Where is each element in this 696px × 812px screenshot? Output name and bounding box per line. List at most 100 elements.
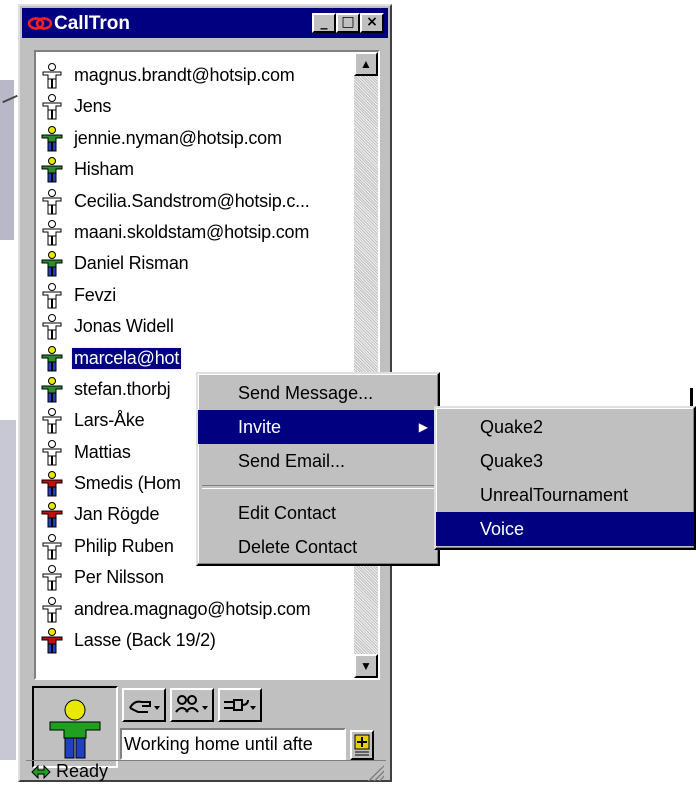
add-contact-button[interactable] bbox=[350, 730, 374, 760]
window-title: CallTron bbox=[54, 13, 131, 34]
contact-context-menu: Send Message... Invite ▶ Send Email... Ed… bbox=[196, 372, 440, 566]
menu-item-send-email[interactable]: Send Email... bbox=[198, 444, 438, 478]
menu-item-quake2[interactable]: Quake2 bbox=[436, 410, 694, 444]
double-arrow-icon bbox=[31, 764, 51, 780]
person-icon bbox=[42, 565, 62, 591]
menu-item-invite[interactable]: Invite ▶ bbox=[198, 410, 438, 444]
person-icon bbox=[41, 251, 63, 277]
contact-name: andrea.magnago@hotsip.com bbox=[74, 598, 311, 619]
contact-item[interactable]: Daniel Risman bbox=[36, 248, 358, 279]
person-icon bbox=[41, 628, 63, 654]
contact-item[interactable]: Hisham bbox=[36, 154, 358, 185]
contact-name: Hisham bbox=[74, 159, 134, 180]
contact-name: Cecilia.Sandstrom@hotsip.c... bbox=[74, 190, 310, 211]
contact-item[interactable]: Per Nilsson bbox=[36, 562, 358, 593]
minimize-button[interactable]: _ bbox=[312, 13, 336, 33]
contact-item[interactable]: andrea.magnago@hotsip.com bbox=[36, 594, 358, 625]
person-icon bbox=[41, 345, 63, 372]
menu-item-label: Edit Contact bbox=[238, 503, 337, 523]
contact-name: marcela@hot bbox=[70, 346, 183, 370]
contact-item[interactable]: Lasse (Back 19/2) bbox=[36, 625, 358, 656]
hand-icon bbox=[129, 700, 160, 713]
contact-name: Jonas Widell bbox=[74, 316, 174, 337]
contact-name: maani.skoldstam@hotsip.com bbox=[74, 221, 310, 242]
contact-item[interactable]: Cecilia.Sandstrom@hotsip.c... bbox=[36, 186, 358, 217]
person-icon bbox=[42, 533, 62, 560]
menu-item-label: Quake3 bbox=[480, 451, 544, 471]
contact-name: Lars-Åke bbox=[74, 410, 145, 431]
menu-item-label: Quake2 bbox=[480, 417, 544, 437]
contact-name: Smedis (Hom bbox=[74, 473, 181, 494]
contact-name: magnus.brandt@hotsip.com bbox=[74, 65, 295, 85]
scroll-up-button[interactable]: ▲ bbox=[354, 52, 378, 76]
contact-item[interactable]: maani.skoldstam@hotsip.com bbox=[36, 217, 358, 248]
menu-item-quake3[interactable]: Quake3 bbox=[436, 444, 694, 478]
menu-item-label: Send Message... bbox=[238, 383, 374, 403]
contact-item[interactable]: Jonas Widell bbox=[36, 311, 358, 342]
contact-item[interactable]: Jens bbox=[36, 91, 358, 122]
contact-name: Jens bbox=[74, 96, 112, 117]
status-bar: Ready bbox=[26, 760, 386, 783]
person-icon bbox=[41, 125, 63, 152]
person-icon bbox=[42, 219, 62, 246]
menu-item-label: Delete Contact bbox=[238, 537, 358, 557]
contact-name: Jan Rögde bbox=[74, 504, 160, 525]
contact-list-scrollbar[interactable]: ▲ ▼ bbox=[354, 52, 378, 678]
close-button[interactable]: × bbox=[360, 13, 384, 33]
menu-item-voice[interactable]: Voice bbox=[436, 512, 694, 546]
menu-item-edit-contact[interactable]: Edit Contact bbox=[198, 496, 438, 530]
contact-name: Lasse (Back 19/2) bbox=[74, 630, 216, 651]
status-message-input[interactable]: Working home until afte bbox=[120, 728, 346, 760]
person-icon bbox=[42, 314, 62, 340]
my-presence-button[interactable] bbox=[32, 686, 118, 768]
contact-name: Per Nilsson bbox=[74, 567, 164, 588]
contact-item[interactable]: Fevzi bbox=[36, 280, 358, 311]
menu-item-send-message[interactable]: Send Message... bbox=[198, 376, 438, 410]
resize-grip[interactable] bbox=[368, 765, 384, 781]
maximize-button[interactable]: □ bbox=[336, 13, 360, 33]
contact-name: Daniel Risman bbox=[74, 253, 189, 274]
person-icon bbox=[41, 502, 63, 528]
person-icon bbox=[41, 376, 63, 403]
background-window-edge bbox=[0, 420, 16, 760]
person-icon bbox=[42, 188, 62, 215]
person-icon bbox=[41, 157, 63, 183]
title-bar[interactable]: CallTron _ □ × bbox=[22, 8, 388, 38]
person-icon bbox=[42, 408, 62, 434]
contact-item[interactable]: jennie.nyman@hotsip.com bbox=[36, 123, 358, 154]
status-text: Ready bbox=[56, 761, 109, 781]
calltron-logo-icon bbox=[28, 17, 52, 30]
menu-item-label: Voice bbox=[480, 519, 525, 539]
person-icon bbox=[42, 63, 62, 89]
contact-item[interactable]: magnus.brandt@hotsip.com bbox=[36, 60, 358, 91]
group-button[interactable] bbox=[170, 688, 214, 722]
contact-name: stefan.thorbj bbox=[74, 378, 171, 399]
contact-name: Mattias bbox=[74, 441, 131, 462]
connect-button[interactable] bbox=[218, 688, 262, 722]
plug-icon bbox=[224, 699, 256, 711]
contact-name: jennie.nyman@hotsip.com bbox=[74, 127, 282, 148]
send-button[interactable] bbox=[122, 688, 166, 722]
contact-name: Philip Ruben bbox=[74, 535, 174, 556]
person-icon bbox=[42, 282, 62, 309]
person-icon bbox=[42, 439, 62, 466]
scroll-down-button[interactable]: ▼ bbox=[354, 654, 378, 678]
invite-submenu: Quake2 Quake3 UnrealTournament Voice bbox=[434, 406, 696, 550]
contact-item[interactable]: marcela@hot bbox=[36, 343, 358, 374]
contact-list[interactable]: magnus.brandt@hotsip.com Jens jennie.nyman… bbox=[34, 50, 380, 680]
submenu-arrow-icon: ▶ bbox=[418, 420, 428, 434]
menu-item-label: Send Email... bbox=[238, 451, 346, 471]
menu-item-label: Invite bbox=[238, 417, 282, 437]
contact-name: Fevzi bbox=[74, 284, 117, 305]
plus-icon bbox=[354, 734, 370, 756]
menu-item-unrealtournament[interactable]: UnrealTournament bbox=[436, 478, 694, 512]
person-icon bbox=[49, 699, 101, 759]
menu-item-delete-contact[interactable]: Delete Contact bbox=[198, 530, 438, 564]
menu-separator bbox=[202, 485, 434, 489]
person-icon bbox=[42, 94, 62, 120]
menu-item-label: UnrealTournament bbox=[480, 485, 629, 505]
people-icon bbox=[175, 695, 208, 713]
person-icon bbox=[42, 596, 62, 623]
person-icon bbox=[41, 471, 63, 497]
background-window-edge bbox=[0, 80, 14, 240]
